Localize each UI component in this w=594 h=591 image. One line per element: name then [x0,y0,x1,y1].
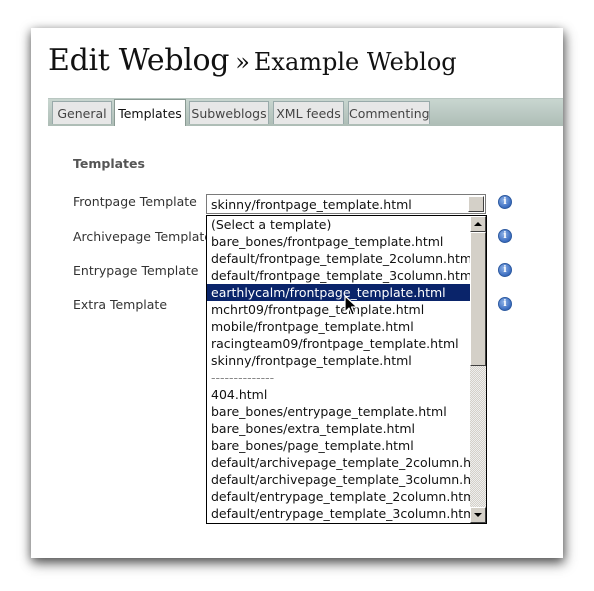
arrow-up-icon [474,222,482,226]
option-template[interactable]: skinny/frontpage_template.html [207,352,470,369]
frontpage-template-label: Frontpage Template [73,194,197,209]
option-template[interactable]: default/frontpage_template_2column.html [207,250,476,267]
option-template[interactable]: bare_bones/entrypage_template.html [207,403,470,420]
tab-subweblogs[interactable]: Subweblogs [189,101,269,124]
info-icon[interactable]: i [498,229,512,243]
info-icon[interactable]: i [498,297,512,311]
tab-general[interactable]: General [52,101,112,124]
option-template[interactable]: default/frontpage_template_3column.html [207,267,476,284]
tab-commenting[interactable]: Commenting [348,101,430,124]
option-template[interactable]: default/archivepage_template_2column.htm… [207,454,486,471]
page-subtitle: Example Weblog [253,48,457,76]
scroll-up-button[interactable] [470,216,486,232]
option-template[interactable]: 404.html [207,386,470,403]
dropdown-scrollbar[interactable] [470,216,486,523]
tab-templates[interactable]: Templates [114,99,186,126]
option-template[interactable]: bare_bones/page_template.html [207,437,470,454]
option-template-highlighted[interactable]: earthlycalm/frontpage_template.html [207,284,470,301]
title-separator: » [235,48,250,76]
option-template[interactable]: default/archivepage_template_3column.htm… [207,471,486,488]
option-separator: -------------- [211,370,275,385]
page-title-main: Edit Weblog [48,43,230,78]
info-icon[interactable]: i [498,263,512,277]
scroll-down-button[interactable] [470,507,486,523]
archivepage-template-label: Archivepage Template [73,229,213,244]
section-heading: Templates [73,156,145,171]
tab-bar: General Templates Subweblogs XML feeds C… [48,98,563,126]
option-template[interactable]: bare_bones/frontpage_template.html [207,233,470,250]
frontpage-template-value: skinny/frontpage_template.html [211,197,412,212]
entrypage-template-label: Entrypage Template [73,263,199,278]
tab-xml-feeds[interactable]: XML feeds [273,101,344,124]
scroll-thumb[interactable] [470,232,486,366]
info-icon[interactable]: i [498,195,512,209]
extra-template-label: Extra Template [73,297,168,312]
option-template[interactable]: racingteam09/frontpage_template.html [207,335,470,352]
dropdown-arrow-button[interactable] [468,196,484,212]
option-template[interactable]: bare_bones/extra_template.html [207,420,470,437]
option-template[interactable]: mobile/frontpage_template.html [207,318,470,335]
option-template[interactable]: default/entrypage_template_2column.html [207,488,479,505]
option-select-a-template[interactable]: (Select a template) [207,216,470,233]
arrow-down-icon [474,513,482,517]
frontpage-template-select[interactable]: skinny/frontpage_template.html [206,194,486,214]
option-template[interactable]: default/entrypage_template_3column.html [207,505,479,522]
template-dropdown-list[interactable]: (Select a template) bare_bones/frontpage… [206,215,487,524]
edit-weblog-panel: Edit Weblog» Example Weblog General Templ… [31,28,563,558]
option-template[interactable]: mchrt09/frontpage_template.html [207,301,470,318]
page-title: Edit Weblog» Example Weblog [48,40,457,78]
